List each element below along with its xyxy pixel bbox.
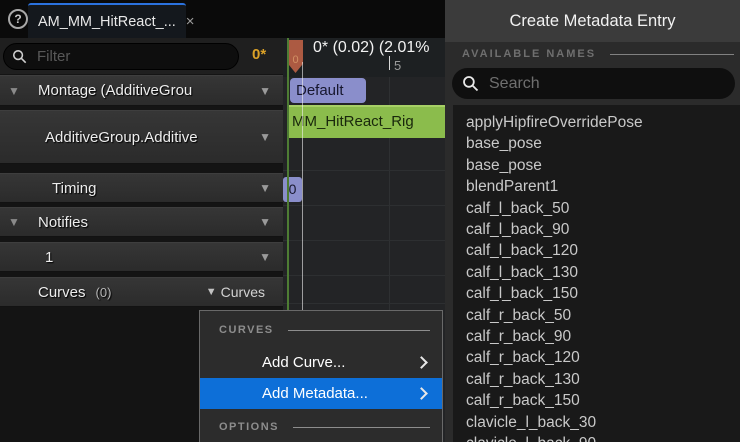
panel-header: Create Metadata Entry (445, 0, 740, 42)
timeline-ruler[interactable]: 0 0* (0.02) (2.01% 5 (283, 35, 445, 78)
search-icon (462, 75, 479, 92)
expander-down-icon[interactable]: ▼ (8, 84, 20, 98)
timing-header[interactable]: Timing ▼ (0, 173, 283, 203)
available-names-section: AVAILABLE NAMES (445, 42, 740, 66)
list-item[interactable]: calf_r_back_150 (466, 390, 740, 411)
curves-dropdown-button[interactable]: ▼ Curves (206, 284, 265, 300)
curves-context-menu: CURVES Add Curve... Add Metadata... OPTI… (199, 310, 443, 442)
additive-group-combo[interactable]: AdditiveGroup.Additive ▼ (0, 110, 283, 164)
notify-track-count: 1 (45, 249, 53, 266)
list-item[interactable]: clavicle_l_back_30 (466, 412, 740, 433)
metadata-search-input[interactable] (487, 74, 725, 94)
notify-marker[interactable]: 0 (283, 177, 302, 202)
curves-label: Curves (38, 284, 86, 301)
timeline-marker[interactable]: 0 (288, 40, 303, 73)
montage-group-label: Montage (AdditiveGrou (38, 82, 192, 99)
metadata-search-box[interactable] (452, 68, 735, 99)
close-icon[interactable]: × (186, 14, 195, 29)
section-divider (288, 330, 430, 331)
chevron-down-icon[interactable]: ▼ (259, 130, 271, 144)
list-item[interactable]: base_pose (466, 155, 740, 176)
notify-track-row[interactable]: 1 ▼ (0, 242, 283, 272)
list-item[interactable]: base_pose (466, 133, 740, 154)
menu-section-label: CURVES (219, 324, 274, 336)
chevron-down-icon[interactable]: ▼ (259, 250, 271, 264)
ruler-tick (389, 56, 390, 70)
tab-bar: ? AM_MM_HitReact_... × (0, 0, 445, 38)
list-item[interactable]: calf_l_back_50 (466, 198, 740, 219)
list-item[interactable]: calf_r_back_130 (466, 369, 740, 390)
section-divider (293, 427, 430, 428)
menu-item-add-curve[interactable]: Add Curve... (200, 347, 442, 378)
timeline-gridline (283, 240, 445, 241)
menu-section-options: OPTIONS (219, 421, 430, 433)
tab-title: AM_MM_HitReact_... (38, 14, 176, 30)
timeline-gridline (283, 303, 445, 304)
filter-box[interactable] (3, 43, 239, 70)
tab-am-mm-hitreact[interactable]: AM_MM_HitReact_... × (28, 3, 186, 38)
menu-section-curves: CURVES (219, 324, 430, 336)
menu-item-label: Add Curve... (262, 354, 345, 371)
anim-montage-editor: 0 0* (0.02) (2.01% 5 Default MM_HitReact… (0, 0, 740, 442)
expander-down-icon[interactable]: ▼ (8, 215, 20, 229)
list-item[interactable]: calf_r_back_120 (466, 347, 740, 368)
chevron-down-icon[interactable]: ▼ (259, 215, 271, 229)
list-item[interactable]: clavicle_l_back_90 (466, 433, 740, 442)
curves-button-label: Curves (221, 284, 265, 300)
search-icon (12, 49, 27, 64)
chevron-down-icon[interactable]: ▼ (259, 181, 271, 195)
filter-input[interactable] (35, 47, 230, 66)
panel-title: Create Metadata Entry (510, 12, 676, 31)
section-divider (610, 54, 734, 55)
montage-group-header[interactable]: ▼ Montage (AdditiveGrou ▼ (0, 75, 283, 106)
montage-segment[interactable]: MM_HitReact_Rig (288, 105, 445, 138)
chevron-down-icon[interactable]: ▼ (259, 84, 271, 98)
curves-header[interactable]: Curves (0) ▼ Curves (0, 277, 283, 307)
timeline-gridline (283, 275, 445, 276)
timing-label: Timing (52, 180, 96, 197)
playhead-readout: 0* (0.02) (2.01% (313, 39, 430, 57)
dirty-asset-badge: 0* (252, 46, 266, 63)
list-item[interactable]: calf_l_back_130 (466, 262, 740, 283)
chevron-down-icon: ▼ (206, 286, 217, 298)
menu-item-label: Add Metadata... (262, 385, 368, 402)
menu-item-add-metadata[interactable]: Add Metadata... (200, 378, 442, 409)
timeline-gridline (283, 205, 445, 206)
notifies-label: Notifies (38, 214, 88, 231)
filter-row: 0* (0, 38, 283, 74)
list-item[interactable]: calf_l_back_150 (466, 283, 740, 304)
list-item[interactable]: calf_r_back_50 (466, 305, 740, 326)
help-icon[interactable]: ? (8, 9, 28, 29)
available-names-list: applyHipfireOverridePosebase_posebase_po… (453, 105, 740, 442)
timeline-marker-label: 0 (292, 54, 298, 66)
curves-count: (0) (96, 285, 112, 300)
menu-section-label: OPTIONS (219, 421, 279, 433)
available-names-label: AVAILABLE NAMES (462, 48, 596, 60)
list-item[interactable]: calf_l_back_120 (466, 240, 740, 261)
create-metadata-panel: Create Metadata Entry AVAILABLE NAMES ap… (445, 0, 740, 442)
notifies-header[interactable]: ▼ Notifies ▼ (0, 207, 283, 237)
submenu-chevron-icon (415, 387, 428, 400)
submenu-chevron-icon (415, 356, 428, 369)
list-item[interactable]: blendParent1 (466, 176, 740, 197)
list-item[interactable]: applyHipfireOverridePose (466, 112, 740, 133)
additive-group-value: AdditiveGroup.Additive (45, 129, 198, 146)
ruler-tick-label: 5 (394, 58, 401, 73)
list-item[interactable]: calf_r_back_90 (466, 326, 740, 347)
timeline-gridline (283, 170, 445, 171)
list-item[interactable]: calf_l_back_90 (466, 219, 740, 240)
